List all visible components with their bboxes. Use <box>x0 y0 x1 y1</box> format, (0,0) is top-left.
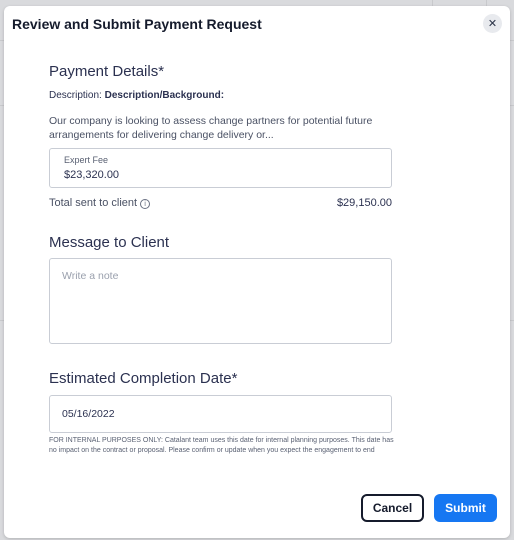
payment-details-heading: Payment Details* <box>49 63 165 80</box>
message-textarea[interactable] <box>49 258 392 344</box>
total-label: Total sent to client <box>49 197 138 209</box>
close-icon: ✕ <box>487 17 498 30</box>
info-icon[interactable]: i <box>140 199 151 209</box>
completion-date-heading: Estimated Completion Date* <box>49 370 238 387</box>
expert-fee-field[interactable]: Expert Fee $23,320.00 <box>49 148 392 188</box>
message-heading: Message to Client <box>49 234 170 251</box>
expert-fee-value: $23,320.00 <box>64 169 120 181</box>
total-row: Total sent to client i $29,150.00 <box>49 196 392 212</box>
total-value: $29,150.00 <box>336 197 392 209</box>
close-button[interactable]: ✕ <box>483 14 502 33</box>
modal-title: Review and Submit Payment Request <box>12 16 262 32</box>
description-label: Description: <box>49 90 102 101</box>
payment-request-modal: Review and Submit Payment Request ✕ Paym… <box>4 6 510 538</box>
description-text: Our company is looking to assess change … <box>49 115 373 141</box>
submit-button[interactable]: Submit <box>434 494 497 522</box>
total-label-wrap: Total sent to client i <box>49 197 151 209</box>
description-title: Description/Background: <box>104 90 225 101</box>
internal-note: FOR INTERNAL PURPOSES ONLY: Catalant tea… <box>49 437 394 454</box>
completion-date-input[interactable] <box>49 395 392 433</box>
expert-fee-label: Expert Fee <box>64 155 109 165</box>
description-line: Description: Description/Background: <box>49 90 224 101</box>
cancel-button[interactable]: Cancel <box>361 494 424 522</box>
